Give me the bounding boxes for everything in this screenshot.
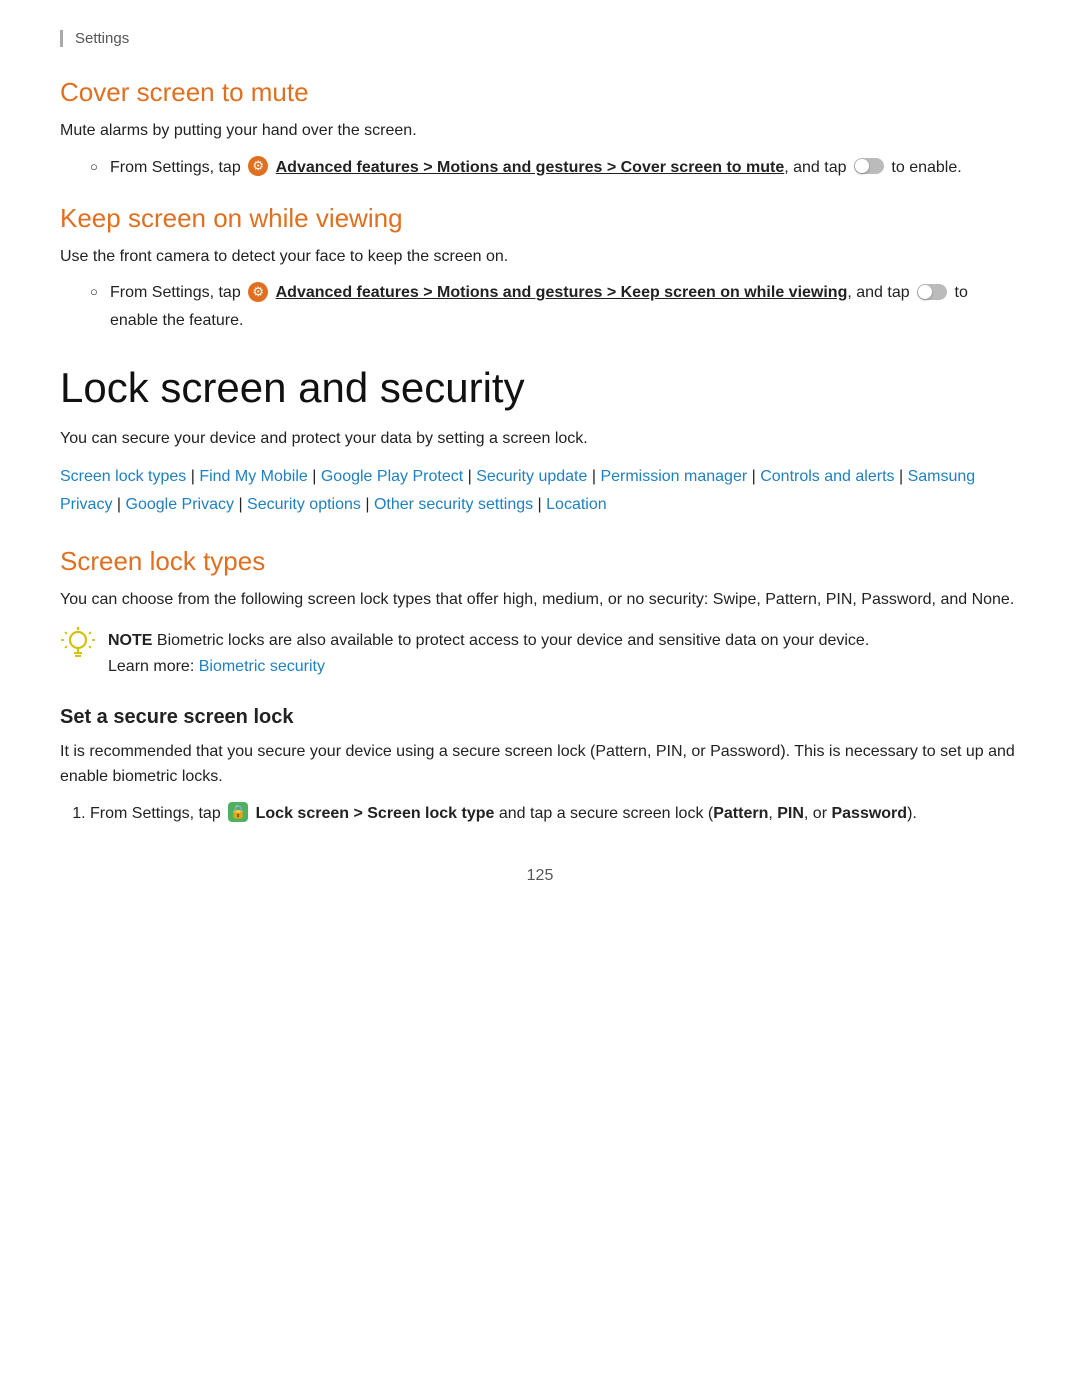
set-instruction-mid: and tap a secure screen lock (: [499, 805, 713, 822]
set-secure-body: It is recommended that you secure your d…: [60, 739, 1020, 790]
screen-lock-types-section: Screen lock types You can choose from th…: [60, 546, 1020, 680]
link-permission-manager[interactable]: Permission manager: [600, 468, 747, 485]
set-pattern: Pattern: [713, 805, 768, 822]
set-instruction-start: From Settings, tap: [90, 805, 221, 822]
note-bulb-icon: [60, 626, 96, 662]
set-password: Password: [831, 805, 907, 822]
toggle-icon-cover: [854, 158, 884, 174]
link-controls-alerts[interactable]: Controls and alerts: [760, 468, 894, 485]
link-screen-lock-types[interactable]: Screen lock types: [60, 468, 186, 485]
set-or: , or: [804, 805, 832, 822]
link-other-security-settings[interactable]: Other security settings: [374, 496, 533, 513]
page-label: Settings: [60, 30, 1020, 47]
keep-screen-body: Use the front camera to detect your face…: [60, 244, 1020, 270]
set-secure-title: Set a secure screen lock: [60, 706, 1020, 729]
settings-icon: [248, 156, 268, 176]
note-body-text: Biometric locks are also available to pr…: [152, 632, 869, 649]
keep-instruction-bold: Advanced features > Motions and gestures…: [276, 284, 848, 301]
keep-instruction-end: , and tap: [847, 284, 909, 301]
biometric-security-link[interactable]: Biometric security: [199, 658, 325, 675]
settings-icon-keep: [248, 282, 268, 302]
link-location[interactable]: Location: [546, 496, 607, 513]
set-instruction-end: ).: [907, 805, 917, 822]
cover-screen-title: Cover screen to mute: [60, 77, 1020, 108]
lock-screen-section: Lock screen and security You can secure …: [60, 364, 1020, 518]
cover-screen-body: Mute alarms by putting your hand over th…: [60, 118, 1020, 144]
set-comma1: ,: [768, 805, 777, 822]
link-security-options[interactable]: Security options: [247, 496, 361, 513]
link-security-update[interactable]: Security update: [476, 468, 587, 485]
lock-icon: [228, 802, 248, 822]
link-google-privacy[interactable]: Google Privacy: [126, 496, 235, 513]
settings-label: Settings: [75, 30, 129, 47]
navigation-links: Screen lock types | Find My Mobile | Goo…: [60, 463, 1020, 517]
note-box: NOTE Biometric locks are also available …: [60, 628, 1020, 679]
note-content: NOTE Biometric locks are also available …: [108, 628, 869, 679]
set-secure-instruction: From Settings, tap Lock screen > Screen …: [90, 800, 1020, 827]
page-number: 125: [60, 867, 1020, 885]
set-secure-section: Set a secure screen lock It is recommend…: [60, 706, 1020, 827]
link-google-play-protect[interactable]: Google Play Protect: [321, 468, 463, 485]
toggle-icon-keep: [917, 284, 947, 300]
keep-screen-section: Keep screen on while viewing Use the fro…: [60, 203, 1020, 334]
keep-screen-instruction: From Settings, tap Advanced features > M…: [90, 279, 1020, 333]
link-find-my-mobile[interactable]: Find My Mobile: [199, 468, 307, 485]
set-instruction-bold: Lock screen > Screen lock type: [256, 805, 495, 822]
cover-screen-section: Cover screen to mute Mute alarms by putt…: [60, 77, 1020, 181]
cover-instruction-bold: Advanced features > Motions and gestures…: [276, 159, 785, 176]
screen-lock-types-title: Screen lock types: [60, 546, 1020, 577]
lock-screen-body: You can secure your device and protect y…: [60, 426, 1020, 452]
lock-screen-main-title: Lock screen and security: [60, 364, 1020, 412]
screen-lock-types-body: You can choose from the following screen…: [60, 587, 1020, 613]
cover-instruction-end: , and tap: [784, 159, 846, 176]
note-label: NOTE: [108, 632, 152, 649]
set-pin: PIN: [777, 805, 804, 822]
learn-more-prefix: Learn more:: [108, 658, 199, 675]
cover-screen-instruction: From Settings, tap Advanced features > M…: [90, 154, 1020, 181]
cover-enable: to enable.: [891, 159, 961, 176]
keep-screen-title: Keep screen on while viewing: [60, 203, 1020, 234]
cover-instruction-start: From Settings, tap: [110, 159, 241, 176]
keep-instruction-start: From Settings, tap: [110, 284, 241, 301]
